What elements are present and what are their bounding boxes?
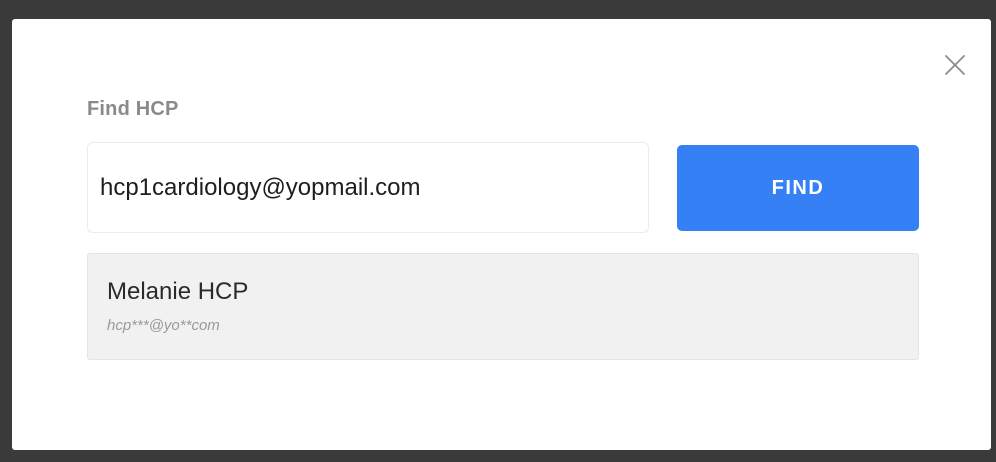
modal-title: Find HCP	[87, 98, 179, 120]
email-search-input[interactable]	[87, 142, 649, 233]
find-button[interactable]: FIND	[677, 145, 919, 231]
find-hcp-modal: Find HCP FIND Melanie HCP hcp***@yo**com	[12, 19, 991, 450]
close-icon	[944, 54, 966, 76]
result-name: Melanie HCP	[107, 278, 249, 305]
close-button[interactable]	[943, 53, 967, 77]
result-masked-email: hcp***@yo**com	[107, 317, 220, 334]
search-result-item[interactable]: Melanie HCP hcp***@yo**com	[87, 253, 919, 360]
